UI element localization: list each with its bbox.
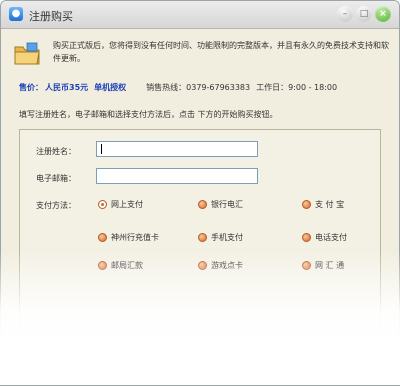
minimize-button[interactable]: – bbox=[337, 6, 353, 22]
instruction-text: 填写注册姓名，电子邮箱和选择支付方法后，点击 下方的开始购买按钮。 bbox=[19, 110, 278, 119]
intro-text: 购买正式版后，您将得到没有任何时间、功能限制的完整版本，并且有永久的免费技术支持… bbox=[53, 41, 389, 63]
payment-option-label: 神州行充值卡 bbox=[111, 233, 159, 242]
payment-option-post-office[interactable]: 邮局汇款 bbox=[98, 260, 143, 272]
payment-option-label: 手机支付 bbox=[211, 233, 243, 242]
payment-option-label: 网上支付 bbox=[111, 200, 143, 209]
working-hours: 工作日：9:00 - 18:00 bbox=[256, 83, 338, 92]
payment-option-label: 邮局汇款 bbox=[111, 261, 143, 270]
close-button[interactable]: × bbox=[375, 6, 391, 22]
payment-option-label: 支 付 宝 bbox=[315, 200, 345, 209]
radio-icon bbox=[302, 233, 311, 242]
payment-option-online[interactable]: 网上支付 bbox=[98, 199, 143, 211]
purchase-form: 注册姓名： 电子邮箱： 支付方法： 网上支付 银行电汇 支 付 宝 神州行充值卡… bbox=[19, 129, 381, 385]
price-row: 售价： 人民币35元 单机授权 销售热线：0379-67963383 工作日：9:00 … bbox=[19, 81, 395, 95]
payment-option-phone[interactable]: 电话支付 bbox=[302, 232, 347, 244]
text-caret bbox=[101, 144, 102, 154]
window-title: 注册购买 bbox=[29, 10, 73, 23]
radio-icon bbox=[302, 200, 311, 209]
radio-icon bbox=[302, 261, 311, 270]
sales-hotline: 销售热线：0379-67963383 bbox=[146, 83, 251, 92]
radio-icon bbox=[198, 233, 207, 242]
payment-option-game-card[interactable]: 游戏点卡 bbox=[198, 260, 243, 272]
radio-icon bbox=[198, 261, 207, 270]
radio-selected-icon bbox=[98, 200, 107, 209]
payment-option-alipay[interactable]: 支 付 宝 bbox=[302, 199, 344, 211]
radio-icon bbox=[198, 200, 207, 209]
radio-icon bbox=[98, 261, 107, 270]
price-label: 售价： bbox=[19, 83, 43, 92]
price-value: 人民币35元 bbox=[45, 83, 89, 92]
payment-option-label: 游戏点卡 bbox=[211, 261, 243, 270]
payment-option-label: 网 汇 通 bbox=[315, 261, 345, 270]
payment-option-mobile[interactable]: 手机支付 bbox=[198, 232, 243, 244]
maximize-button[interactable]: □ bbox=[356, 6, 372, 22]
payment-option-label: 银行电汇 bbox=[211, 200, 243, 209]
title-bar[interactable]: ● 注册购买 – □ × bbox=[1, 1, 399, 29]
email-label: 电子邮箱： bbox=[36, 174, 76, 183]
purchase-window: ● 注册购买 – □ × 购买正式版后，您将得到没有任何时间、功能限制的完整版本… bbox=[0, 0, 400, 386]
email-input[interactable] bbox=[96, 168, 258, 184]
app-icon: ● bbox=[9, 7, 23, 21]
payment-option-recharge-card[interactable]: 神州行充值卡 bbox=[98, 232, 159, 244]
license-type: 单机授权 bbox=[94, 83, 127, 92]
name-input[interactable] bbox=[96, 141, 258, 157]
payment-option-wanghuitong[interactable]: 网 汇 通 bbox=[302, 260, 344, 272]
payment-option-bank-transfer[interactable]: 银行电汇 bbox=[198, 199, 243, 211]
payment-label: 支付方法： bbox=[36, 201, 76, 210]
payment-option-label: 电话支付 bbox=[315, 233, 347, 242]
name-label: 注册姓名： bbox=[36, 147, 76, 156]
radio-icon bbox=[98, 233, 107, 242]
folder-icon bbox=[14, 42, 40, 65]
